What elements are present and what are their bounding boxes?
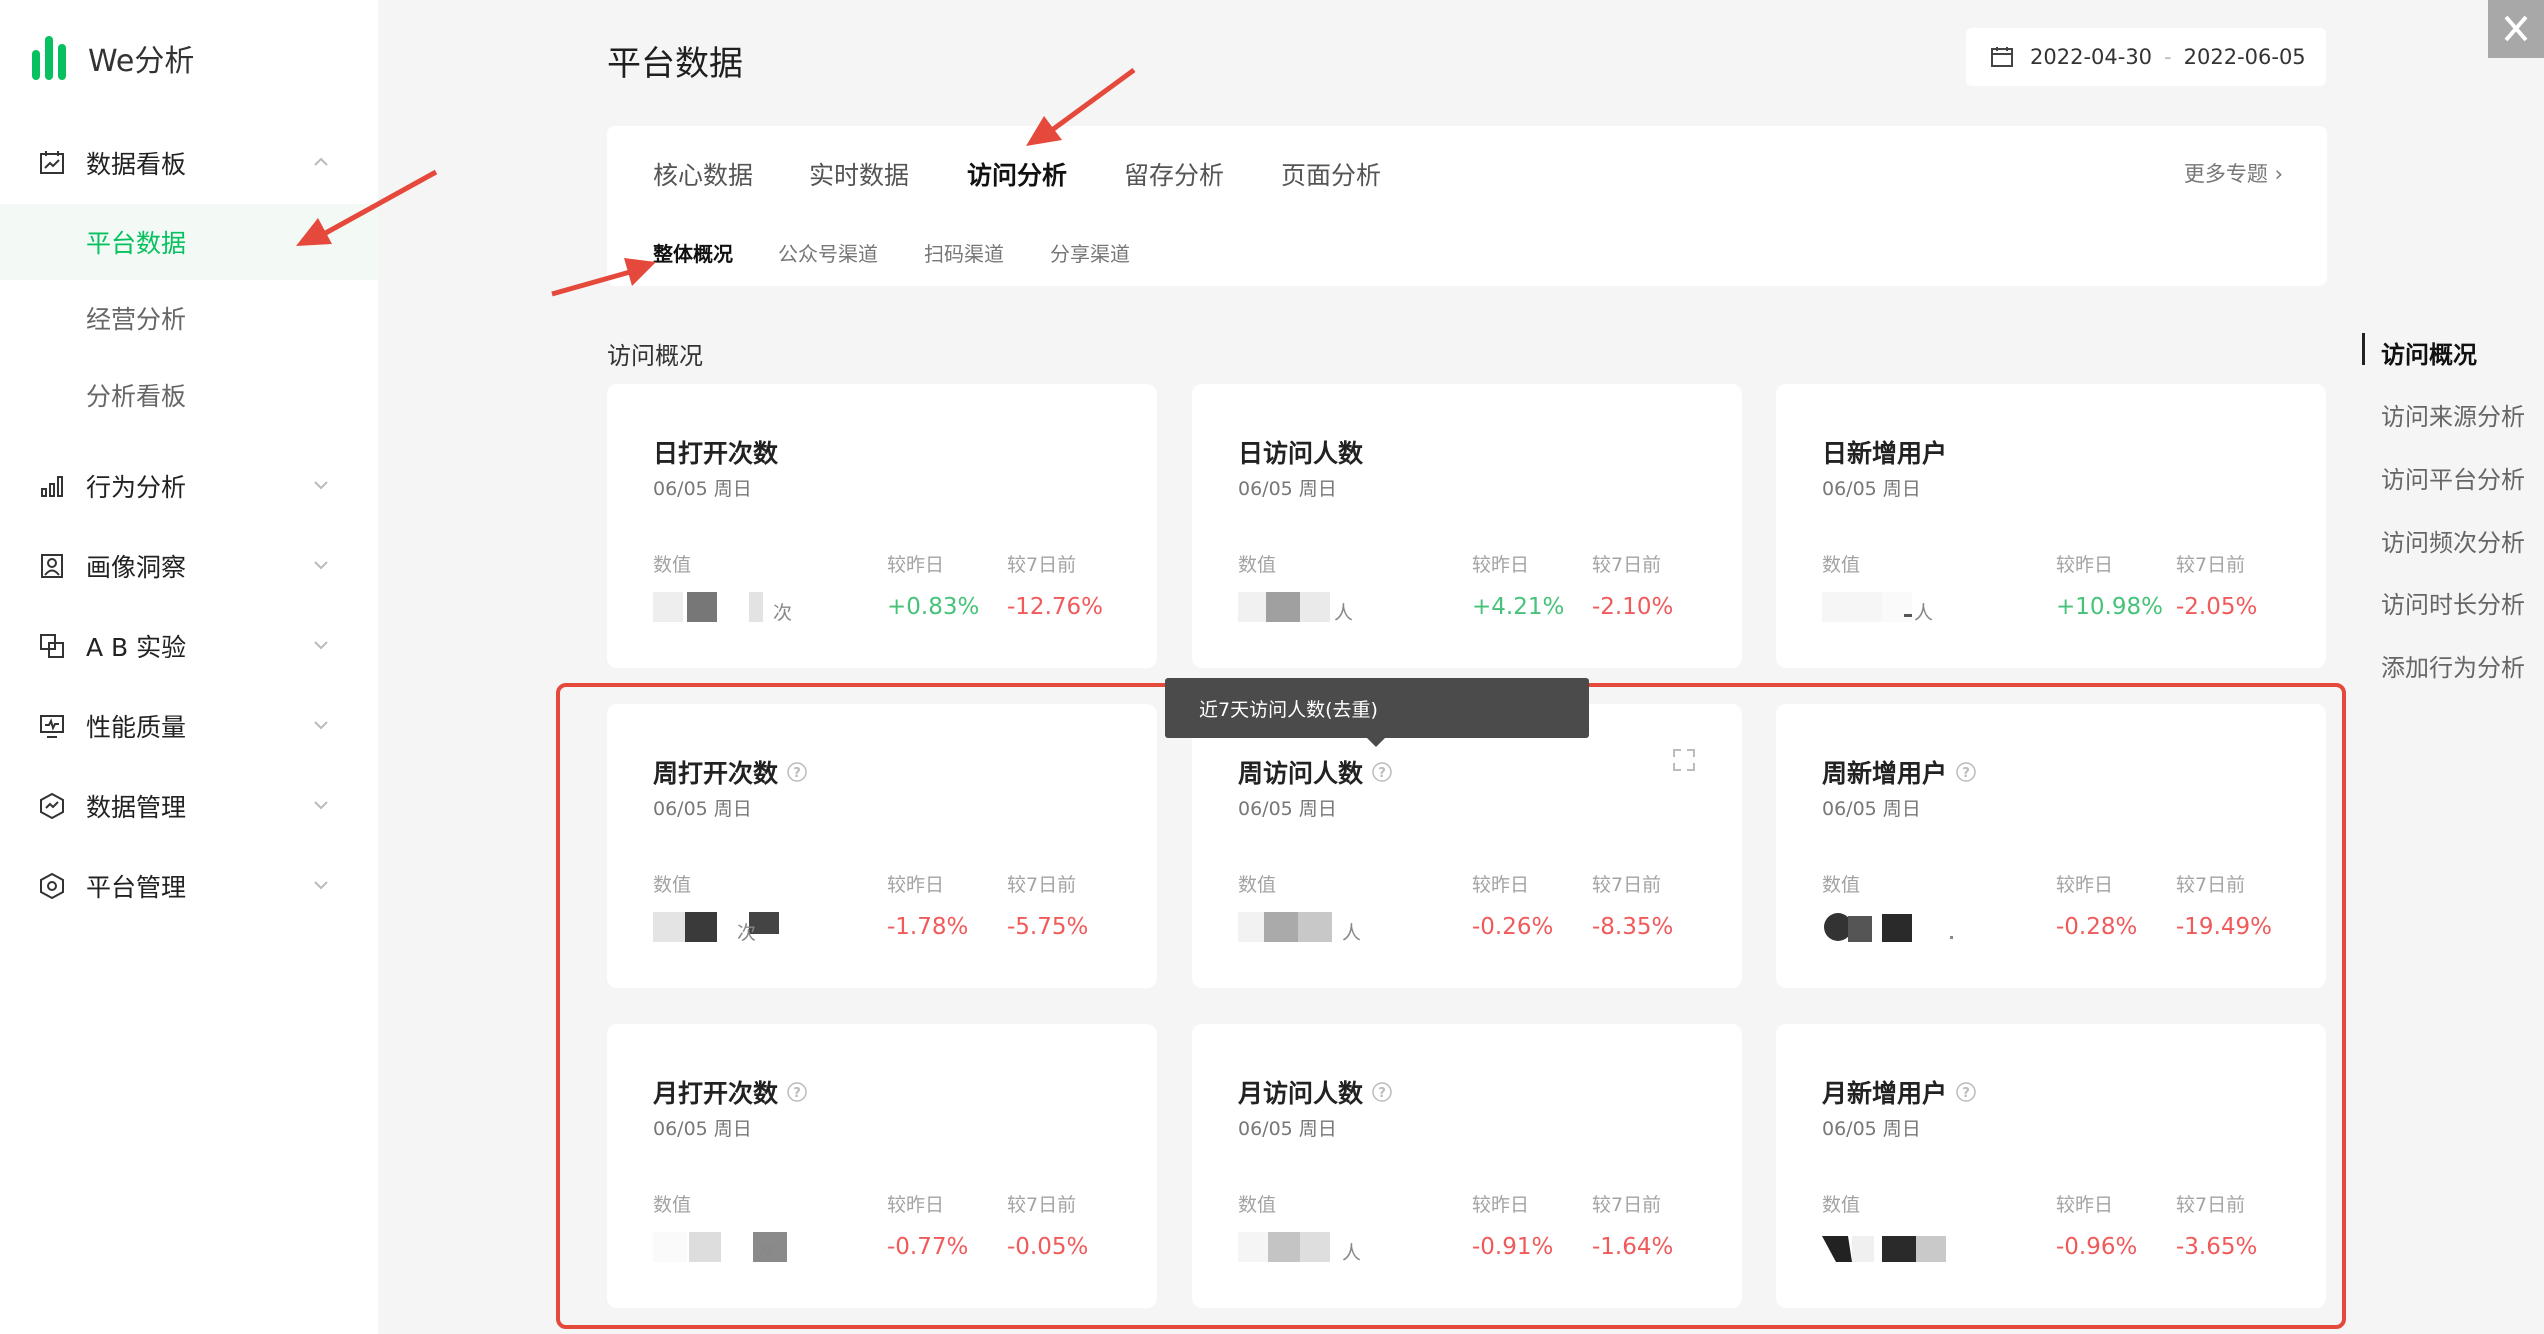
value-label: 数值: [1822, 554, 1861, 576]
tab-visit-analysis[interactable]: 访问分析: [967, 156, 1067, 192]
app-name: We分析: [88, 44, 195, 79]
masked-value: [1822, 592, 1912, 622]
anchor-visit-source[interactable]: 访问来源分析: [2381, 397, 2525, 432]
ab-test-icon: [40, 634, 64, 658]
chevron-down-icon: [314, 881, 328, 890]
sidebar-item-portrait[interactable]: 画像洞察: [0, 534, 378, 598]
calendar-icon: [1991, 47, 2013, 67]
tab-realtime-data[interactable]: 实时数据: [809, 156, 909, 192]
sidebar-item-label: 平台管理: [86, 873, 187, 902]
change-vs-yesterday: +4.21%: [1472, 594, 1565, 620]
subtab-share[interactable]: 分享渠道: [1050, 238, 1130, 267]
card-date: 06/05 周日: [1822, 478, 1921, 500]
chevron-down-icon: [314, 561, 328, 570]
metric-card-daily-new-users[interactable]: 日新增用户 06/05 周日 数值 较昨日 较7日前 人 +10.98% -2.…: [1776, 384, 2326, 668]
tab-page-analysis[interactable]: 页面分析: [1281, 156, 1381, 192]
tab-core-data[interactable]: 核心数据: [653, 156, 753, 192]
settings-icon: [40, 872, 64, 900]
date-range-picker[interactable]: 2022-04-30 - 2022-06-05: [1966, 28, 2326, 86]
subtab-scan-code[interactable]: 扫码渠道: [924, 238, 1004, 267]
change-vs-7days: -2.05%: [2176, 594, 2258, 620]
card-date: 06/05 周日: [1238, 478, 1337, 500]
sidebar: We分析 数据看板 平台数据 经营分析 分析看板 行为分析 画像洞察 A B 实…: [0, 0, 378, 1334]
metric-card-daily-visitors[interactable]: 日访问人数 06/05 周日 数值 较昨日 较7日前 人 +4.21% -2.1…: [1192, 384, 1742, 668]
sidebar-item-label: 性能质量: [86, 713, 187, 742]
card-date: 06/05 周日: [653, 478, 752, 500]
close-button[interactable]: [2488, 0, 2544, 58]
page-title: 平台数据: [607, 44, 743, 84]
sidebar-item-performance[interactable]: 性能质量: [0, 694, 378, 758]
sidebar-item-platform-management[interactable]: 平台管理: [0, 854, 378, 918]
sidebar-item-data-management[interactable]: 数据管理: [0, 774, 378, 838]
card-title: 日访问人数: [1238, 439, 1364, 468]
sidebar-item-label: 行为分析: [86, 473, 187, 502]
date-separator: -: [2164, 45, 2172, 69]
section-title: 访问概况: [607, 342, 703, 370]
date-end: 2022-06-05: [2183, 45, 2306, 69]
card-title: 日新增用户: [1822, 439, 1948, 468]
bar-chart-icon: [41, 476, 63, 497]
value-unit: 次: [773, 602, 793, 624]
change-vs-7days: -12.76%: [1007, 594, 1103, 620]
we-analytics-logo-icon: [32, 36, 66, 80]
anchor-visit-duration[interactable]: 访问时长分析: [2381, 585, 2525, 620]
chevron-up-icon: [314, 157, 328, 166]
sidebar-subitem-platform-data[interactable]: 平台数据: [0, 204, 378, 280]
vs-yesterday-label: 较昨日: [2056, 554, 2114, 576]
data-shield-icon: [40, 792, 64, 820]
sidebar-item-label: 数据看板: [86, 150, 187, 179]
sidebar-subitem-business-analysis[interactable]: 经营分析: [0, 280, 378, 356]
subtab-official-account[interactable]: 公众号渠道: [778, 238, 878, 267]
anchor-visit-frequency[interactable]: 访问频次分析: [2381, 523, 2525, 558]
chevron-down-icon: [314, 801, 328, 810]
card-title: 日打开次数: [653, 439, 779, 468]
calendar-chart-icon: [40, 151, 64, 174]
tooltip-arrow: [1367, 738, 1385, 747]
vs-yesterday-label: 较昨日: [1472, 554, 1530, 576]
sidebar-item-label: 画像洞察: [86, 553, 187, 582]
change-vs-7days: -2.10%: [1592, 594, 1674, 620]
monitor-icon: [40, 715, 64, 738]
change-vs-yesterday: +0.83%: [887, 594, 980, 620]
value-label: 数值: [1238, 554, 1277, 576]
vs-yesterday-label: 较昨日: [887, 554, 945, 576]
tabs-card: 核心数据 实时数据 访问分析 留存分析 页面分析 更多专题 › 整体概况 公众号…: [607, 126, 2327, 286]
sidebar-item-label: 数据管理: [86, 793, 187, 822]
vs-7days-label: 较7日前: [1592, 554, 1662, 576]
vs-7days-label: 较7日前: [2176, 554, 2246, 576]
anchor-active-indicator: [2362, 333, 2365, 365]
anchor-visit-platform[interactable]: 访问平台分析: [2381, 460, 2525, 495]
subtab-overall[interactable]: 整体概况: [653, 238, 733, 267]
vs-7days-label: 较7日前: [1007, 554, 1077, 576]
portrait-icon: [41, 554, 63, 578]
chevron-down-icon: [314, 641, 328, 650]
tooltip: 近7天访问人数(去重): [1165, 678, 1589, 738]
metric-card-daily-opens[interactable]: 日打开次数 06/05 周日 数值 较昨日 较7日前 次 +0.83% -12.…: [607, 384, 1157, 668]
value-unit: 人: [1334, 602, 1354, 624]
tab-retention-analysis[interactable]: 留存分析: [1124, 156, 1224, 192]
change-vs-yesterday: +10.98%: [2056, 594, 2163, 620]
anchor-add-behavior[interactable]: 添加行为分析: [2381, 648, 2525, 683]
chevron-down-icon: [314, 481, 328, 490]
more-topics-link[interactable]: 更多专题 ›: [2184, 158, 2283, 188]
sidebar-subitem-analysis-board[interactable]: 分析看板: [0, 357, 378, 433]
anchor-visit-overview[interactable]: 访问概况: [2381, 335, 2477, 370]
date-start: 2022-04-30: [2030, 45, 2153, 69]
chevron-down-icon: [314, 721, 328, 730]
sidebar-item-dashboard[interactable]: 数据看板: [0, 131, 378, 195]
sidebar-item-behavior[interactable]: 行为分析: [0, 454, 378, 518]
close-icon: [2504, 15, 2528, 42]
sidebar-item-label: A B 实验: [86, 633, 187, 662]
annotation-highlight-box: [556, 683, 2346, 1329]
app-logo[interactable]: We分析: [32, 36, 194, 80]
sidebar-item-ab-test[interactable]: A B 实验: [0, 614, 378, 678]
value-label: 数值: [653, 554, 692, 576]
masked-value: [1238, 592, 1330, 622]
value-unit: 人: [1914, 602, 1934, 624]
